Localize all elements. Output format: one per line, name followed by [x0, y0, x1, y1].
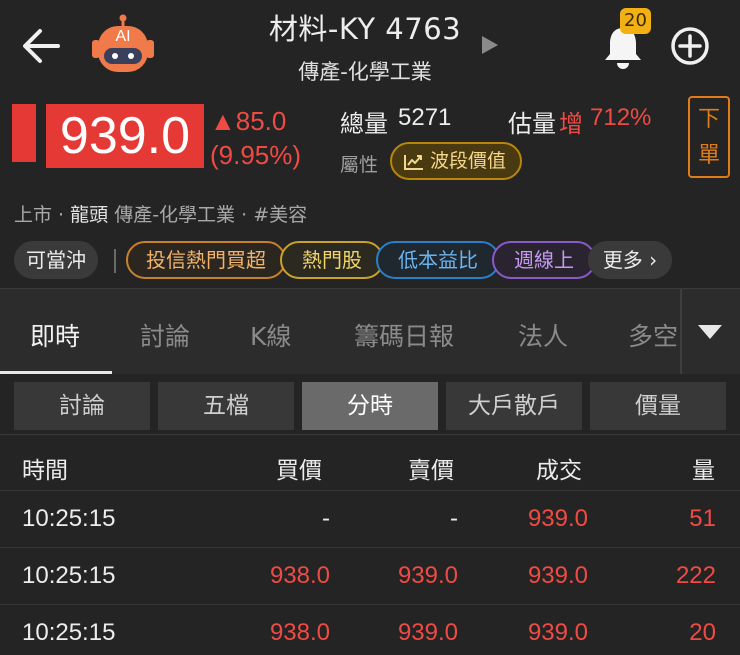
chip-divider	[114, 249, 116, 273]
trend-chart-icon	[404, 155, 423, 170]
estimated-volume-direction: 增	[559, 110, 583, 138]
subtab-big-small-holders[interactable]: 大戶散戶	[446, 382, 582, 430]
notification-badge: 20	[620, 8, 651, 34]
chip-low-pe[interactable]: 低本益比	[376, 241, 500, 279]
tab-institutional[interactable]: 法人	[518, 317, 568, 353]
cell-deal: 939.0	[527, 562, 588, 589]
place-order-button[interactable]: 下 單	[688, 96, 730, 178]
stock-industry: 傳產-化學工業	[298, 60, 432, 84]
tab-kline[interactable]: K線	[250, 317, 291, 353]
price-change: ▲85.0	[210, 106, 287, 136]
table-row: 10:25:15 938.0 939.0 939.0 20	[0, 604, 740, 655]
tabs-divider	[680, 289, 682, 375]
main-tabs: 即時 討論 K線 籌碼日報 法人 多空	[0, 288, 740, 375]
total-volume-value: 5271	[398, 104, 452, 131]
col-bid: 買價	[276, 458, 322, 484]
cell-time: 10:25:15	[22, 505, 116, 532]
estimated-volume-label: 估量	[508, 110, 556, 138]
tab-realtime[interactable]: 即時	[30, 317, 80, 353]
table-row: 10:25:15 - - 939.0 51	[0, 490, 740, 547]
estimated-volume-value: 712%	[590, 104, 652, 131]
cell-deal: 939.0	[527, 505, 588, 532]
market-tag[interactable]: 上市	[14, 204, 52, 226]
cell-ask: 939.0	[397, 619, 458, 646]
stock-title: 材料-KY 4763	[268, 12, 462, 46]
theme-tag[interactable]: #美容	[253, 204, 307, 226]
total-volume-label: 總量	[340, 110, 388, 138]
expand-tabs-icon[interactable]	[698, 325, 722, 339]
cell-ask: 939.0	[397, 562, 458, 589]
table-row: 10:25:15 938.0 939.0 939.0 222	[0, 547, 740, 604]
add-watchlist-icon[interactable]	[670, 26, 710, 66]
industry-tag[interactable]: 傳產-化學工業	[114, 204, 235, 226]
cell-ask: -	[450, 505, 458, 532]
back-arrow-icon[interactable]	[20, 26, 62, 66]
cell-bid: -	[322, 505, 330, 532]
cell-volume: 51	[689, 505, 716, 532]
subtab-discussion[interactable]: 討論	[14, 382, 150, 430]
ai-robot-label: AI	[115, 28, 131, 45]
tab-discussion[interactable]: 討論	[140, 317, 190, 353]
subtab-price-volume[interactable]: 價量	[590, 382, 726, 430]
chip-weekly-above[interactable]: 週線上	[492, 241, 596, 279]
cell-time: 10:25:15	[22, 619, 116, 646]
wave-value-button[interactable]: 波段價值	[390, 142, 522, 180]
trades-table-header: 時間 買價 賣價 成交 量	[0, 434, 740, 490]
leader-tag[interactable]: 龍頭	[70, 204, 108, 226]
cell-bid: 938.0	[269, 562, 330, 589]
price-change-percent: (9.95%)	[210, 140, 302, 170]
current-price: 939.0	[46, 104, 204, 168]
chip-more[interactable]: 更多 ›	[588, 241, 672, 279]
tab-long-short[interactable]: 多空	[628, 317, 678, 353]
stock-tags: 上市 · 龍頭 傳產-化學工業 · #美容	[14, 204, 308, 226]
col-volume: 量	[692, 458, 715, 484]
sub-tabs: 討論 五檔 分時 大戶散戶 價量	[0, 374, 740, 434]
order-label-1: 下	[697, 107, 720, 132]
chip-hot-stock[interactable]: 熱門股	[280, 241, 384, 279]
col-time: 時間	[22, 458, 68, 484]
col-ask: 賣價	[408, 458, 454, 484]
top-bar: AI 材料-KY 4763 傳產-化學工業 20	[0, 0, 740, 90]
play-icon[interactable]	[482, 36, 498, 54]
chip-day-trade[interactable]: 可當沖	[14, 241, 98, 279]
tab-chip-daily[interactable]: 籌碼日報	[354, 317, 454, 353]
attribute-label: 屬性	[340, 154, 379, 176]
col-deal: 成交	[536, 458, 582, 484]
wave-value-label: 波段價值	[430, 150, 507, 172]
feature-chips: 可當沖 投信熱門買超 熱門股 低本益比 週線上 更多 ›	[14, 241, 740, 281]
subtab-five-levels[interactable]: 五檔	[158, 382, 294, 430]
chip-trust-buy[interactable]: 投信熱門買超	[126, 241, 286, 279]
cell-bid: 938.0	[269, 619, 330, 646]
cell-deal: 939.0	[527, 619, 588, 646]
candlestick-wick	[22, 146, 26, 160]
cell-volume: 20	[689, 619, 716, 646]
cell-volume: 222	[675, 562, 716, 589]
subtab-time-sales[interactable]: 分時	[302, 382, 438, 430]
order-label-2: 單	[697, 143, 720, 168]
cell-time: 10:25:15	[22, 562, 116, 589]
